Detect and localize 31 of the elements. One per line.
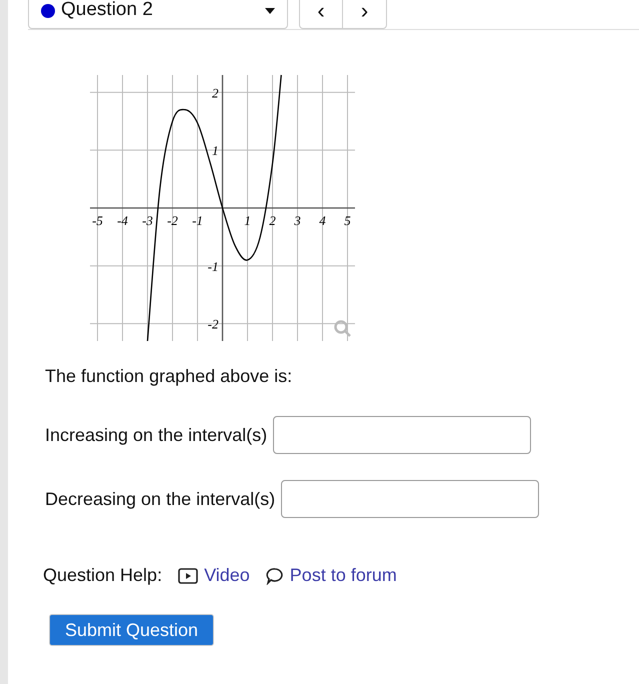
next-button[interactable]: › bbox=[343, 0, 386, 28]
field-label: Increasing on the interval(s) bbox=[45, 424, 268, 447]
video-link[interactable]: Video bbox=[178, 562, 250, 589]
x-tick-label: -2 bbox=[167, 213, 178, 228]
field-label: Decreasing on the interval(s) bbox=[45, 488, 276, 511]
x-tick-label: 1 bbox=[244, 213, 251, 228]
y-tick-label: 1 bbox=[212, 143, 218, 158]
x-tick-label: -5 bbox=[92, 213, 103, 228]
question-label: Question 2 bbox=[61, 0, 154, 22]
x-tick-label: -1 bbox=[192, 213, 203, 228]
question-dropdown[interactable]: Question 2 bbox=[28, 0, 288, 29]
help-label: Question Help: bbox=[43, 564, 162, 587]
previous-button[interactable]: ‹ bbox=[300, 0, 343, 28]
y-tick-label: 2 bbox=[212, 85, 218, 100]
x-tick-label: -4 bbox=[117, 213, 128, 228]
forum-link[interactable]: Post to forum bbox=[266, 562, 397, 589]
answer-field[interactable] bbox=[281, 480, 540, 518]
speech-bubble-icon bbox=[266, 566, 284, 584]
question-prompt: The function graphed above is: bbox=[45, 365, 294, 388]
x-tick-label: 4 bbox=[319, 213, 326, 228]
x-tick-label: 2 bbox=[269, 213, 276, 228]
answer-field[interactable] bbox=[273, 416, 532, 454]
x-tick-label: 5 bbox=[344, 213, 351, 228]
y-tick-label: -1 bbox=[208, 258, 218, 274]
play-icon bbox=[178, 568, 198, 584]
x-tick-label: 3 bbox=[294, 213, 301, 228]
y-tick-label: -2 bbox=[208, 316, 218, 332]
zoom-icon[interactable] bbox=[334, 320, 351, 337]
caret-icon bbox=[265, 8, 275, 14]
submit-button[interactable]: Submit Question bbox=[49, 614, 214, 646]
x-tick-label: -3 bbox=[142, 213, 153, 228]
